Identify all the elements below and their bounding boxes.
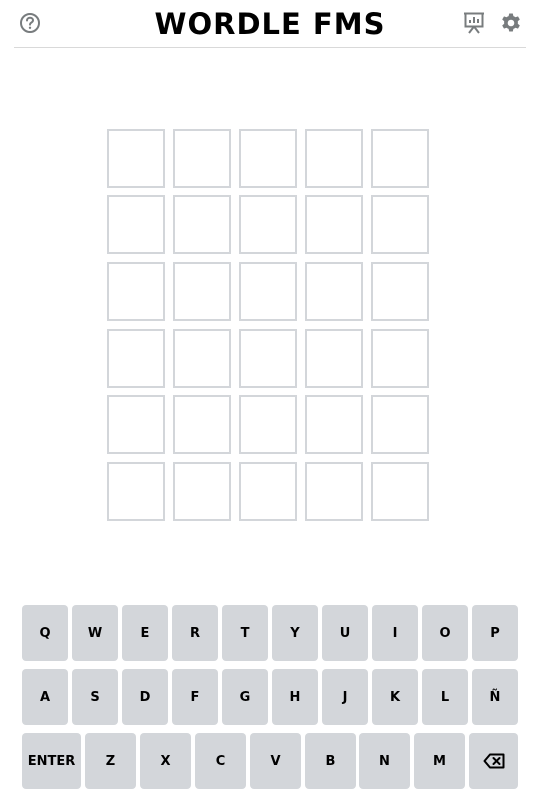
key-p[interactable]: P xyxy=(472,605,518,661)
key-k[interactable]: K xyxy=(372,669,418,725)
board-tile xyxy=(173,129,231,188)
key-d[interactable]: D xyxy=(122,669,168,725)
board-tile xyxy=(239,462,297,521)
key-u[interactable]: U xyxy=(322,605,368,661)
board-tile xyxy=(107,262,165,321)
board-tile xyxy=(107,129,165,188)
key-enye[interactable]: Ñ xyxy=(472,669,518,725)
board-tile xyxy=(239,195,297,254)
key-v[interactable]: V xyxy=(250,733,301,789)
board-tile xyxy=(107,395,165,454)
key-s[interactable]: S xyxy=(72,669,118,725)
key-o[interactable]: O xyxy=(422,605,468,661)
key-z[interactable]: Z xyxy=(85,733,136,789)
key-r[interactable]: R xyxy=(172,605,218,661)
key-t[interactable]: T xyxy=(222,605,268,661)
key-i[interactable]: I xyxy=(372,605,418,661)
board-tile xyxy=(107,462,165,521)
key-n[interactable]: N xyxy=(359,733,410,789)
board-tile xyxy=(305,462,363,521)
key-l[interactable]: L xyxy=(422,669,468,725)
board-tile xyxy=(305,129,363,188)
board-tile xyxy=(239,329,297,388)
key-w[interactable]: W xyxy=(72,605,118,661)
key-x[interactable]: X xyxy=(140,733,191,789)
board-tile xyxy=(173,395,231,454)
key-g[interactable]: G xyxy=(222,669,268,725)
stats-icon[interactable] xyxy=(463,11,485,35)
enter-key[interactable]: ENTER xyxy=(22,733,81,789)
board-tile xyxy=(173,262,231,321)
key-b[interactable]: B xyxy=(305,733,356,789)
board-tile xyxy=(107,195,165,254)
key-c[interactable]: C xyxy=(195,733,246,789)
key-a[interactable]: A xyxy=(22,669,68,725)
game-board xyxy=(107,129,433,525)
board-tile xyxy=(305,195,363,254)
settings-icon[interactable] xyxy=(500,12,522,34)
key-e[interactable]: E xyxy=(122,605,168,661)
board-tile xyxy=(371,329,429,388)
board-tile xyxy=(371,462,429,521)
board-tile xyxy=(371,395,429,454)
key-f[interactable]: F xyxy=(172,669,218,725)
board-tile xyxy=(371,195,429,254)
key-h[interactable]: H xyxy=(272,669,318,725)
board-tile xyxy=(173,329,231,388)
board-tile xyxy=(239,395,297,454)
backspace-icon xyxy=(483,753,504,769)
app-header: WORDLE FMS xyxy=(14,0,526,48)
key-y[interactable]: Y xyxy=(272,605,318,661)
board-tile xyxy=(305,262,363,321)
on-screen-keyboard: Q W E R T Y U I O P A S D F G H J K L Ñ … xyxy=(22,605,519,789)
board-tile xyxy=(371,129,429,188)
board-tile xyxy=(173,462,231,521)
key-j[interactable]: J xyxy=(322,669,368,725)
board-tile xyxy=(173,195,231,254)
board-tile xyxy=(305,329,363,388)
board-tile xyxy=(239,262,297,321)
key-q[interactable]: Q xyxy=(22,605,68,661)
board-tile xyxy=(107,329,165,388)
backspace-key[interactable] xyxy=(469,733,518,789)
key-m[interactable]: M xyxy=(414,733,465,789)
board-tile xyxy=(305,395,363,454)
page-title: WORDLE FMS xyxy=(154,7,386,41)
board-tile xyxy=(239,129,297,188)
board-tile xyxy=(371,262,429,321)
